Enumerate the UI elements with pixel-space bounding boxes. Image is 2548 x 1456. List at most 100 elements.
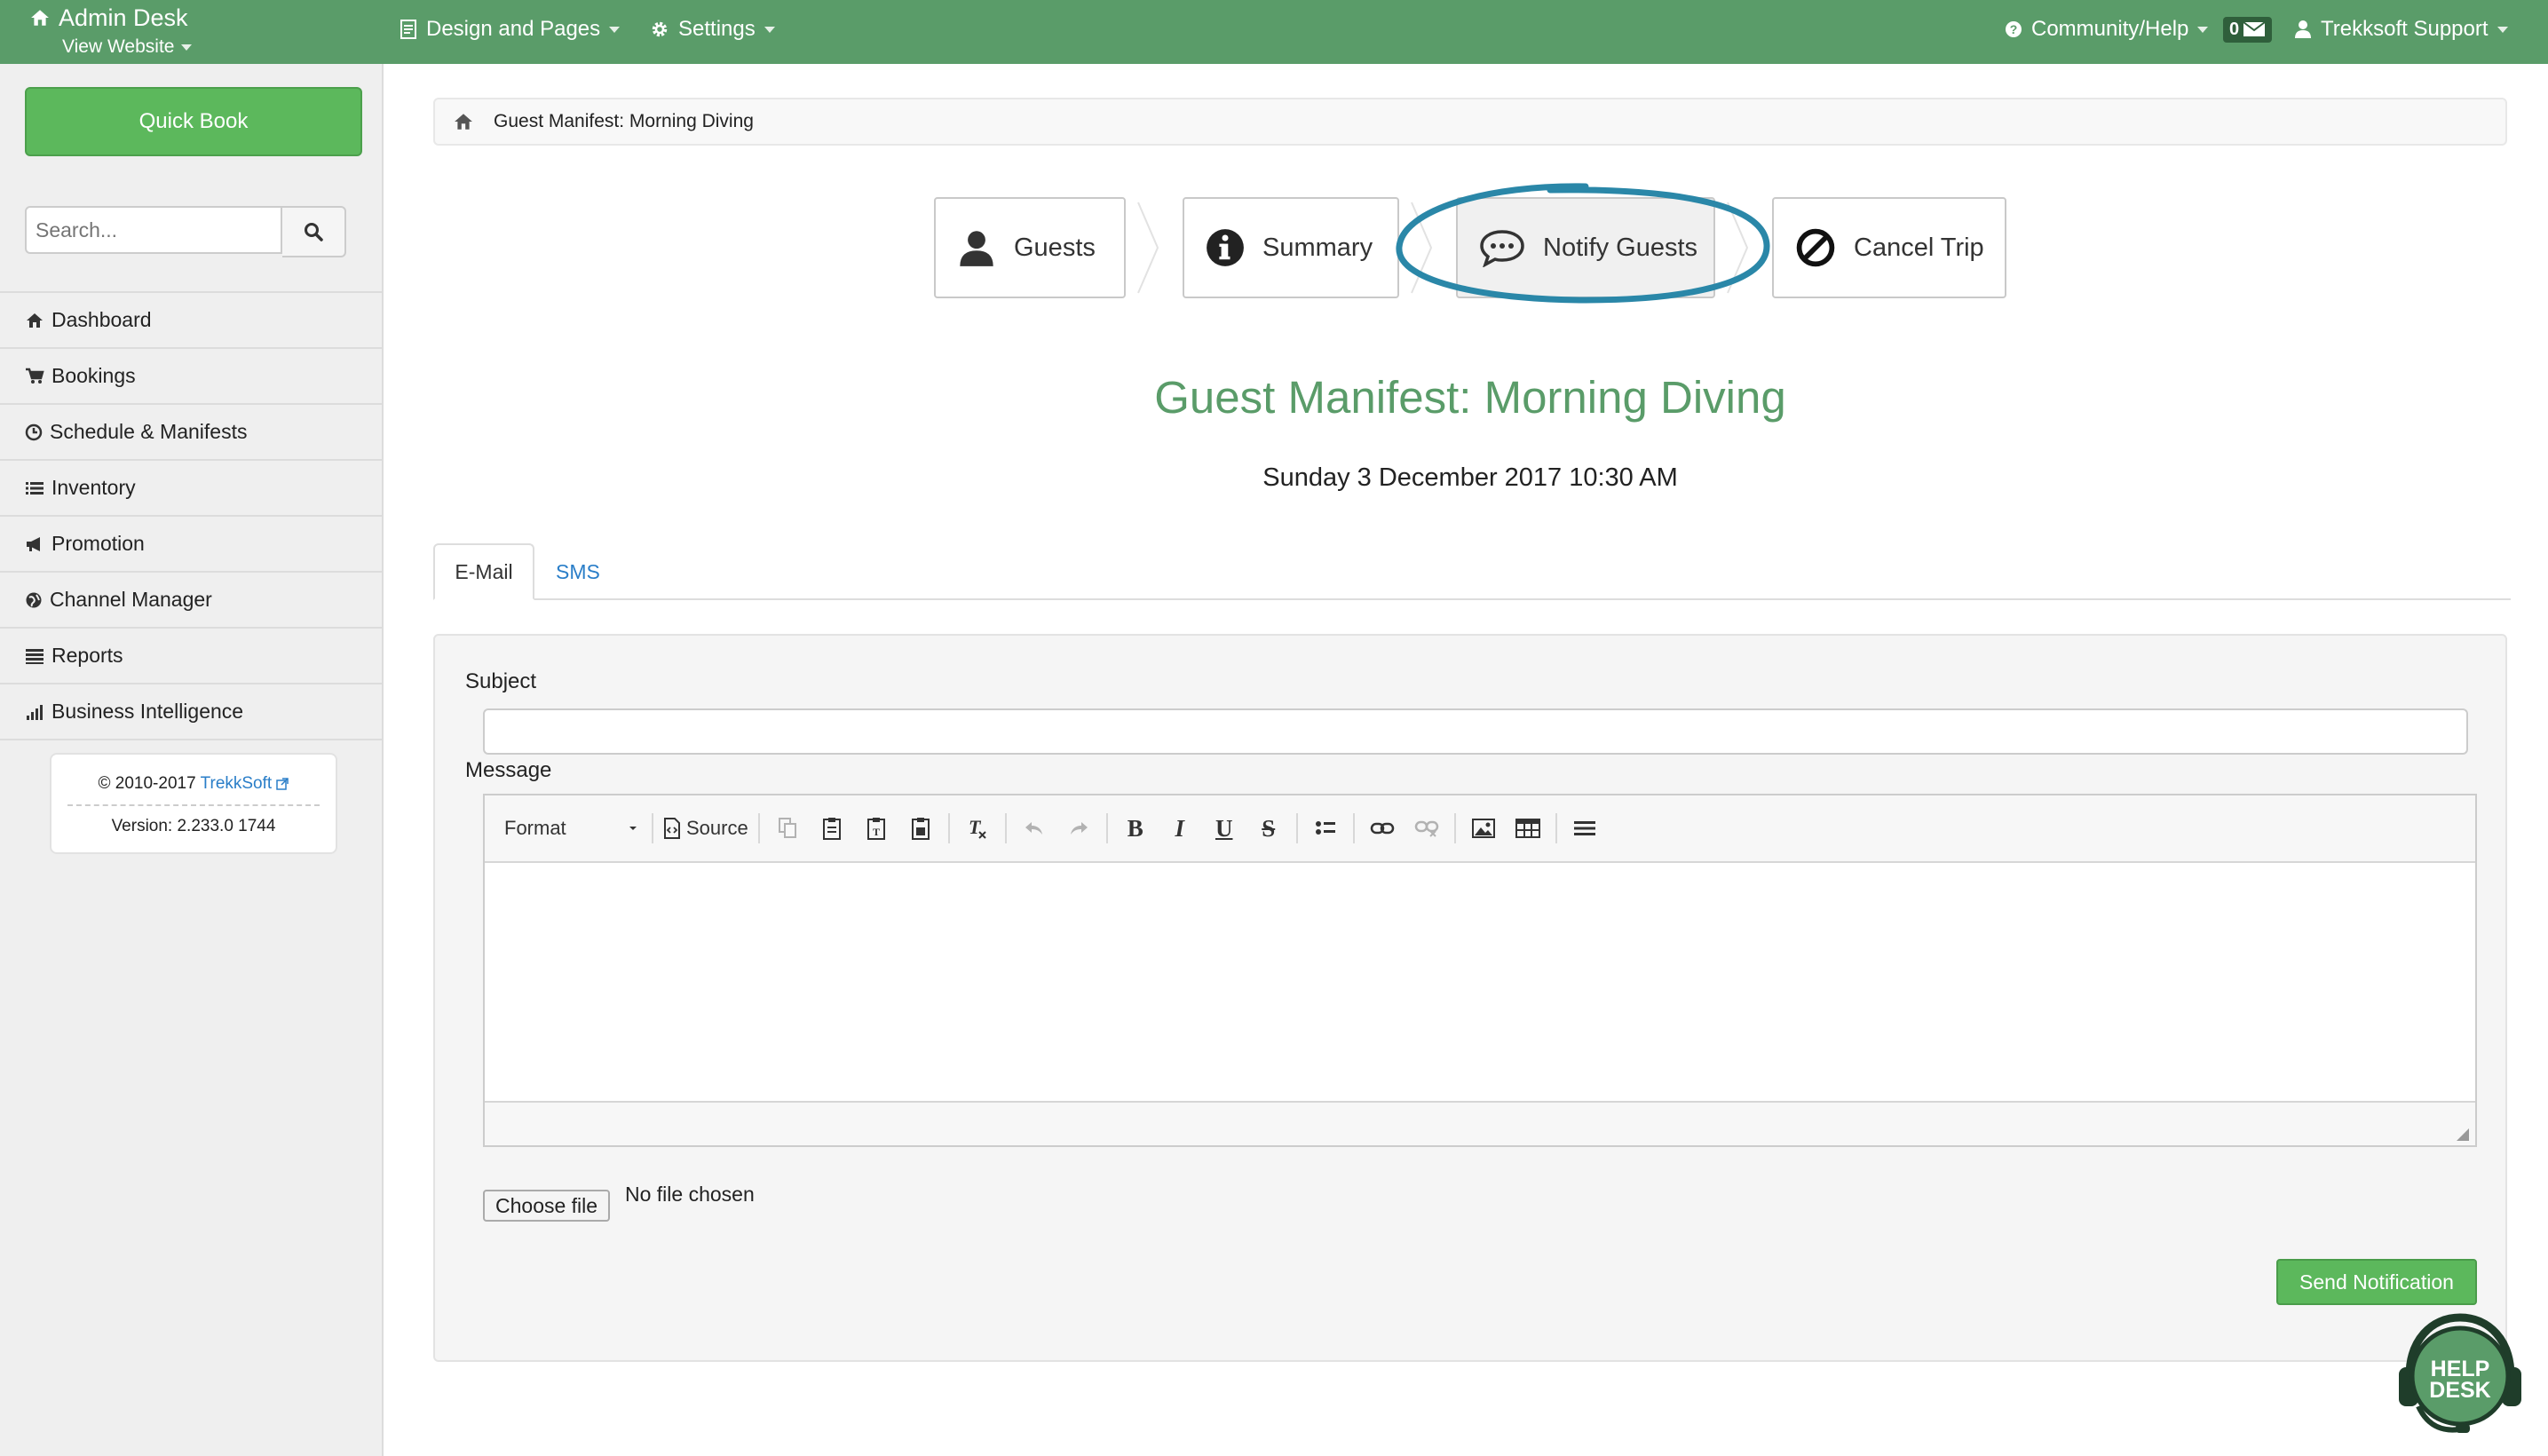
megaphone-icon	[25, 535, 44, 553]
external-link-icon	[276, 778, 289, 790]
admin-desk-link[interactable]: Admin Desk	[30, 2, 192, 34]
paste-button[interactable]	[810, 811, 854, 846]
undo-button[interactable]	[1012, 811, 1056, 846]
tab-email[interactable]: E-Mail	[433, 543, 534, 600]
toolbar-separator	[947, 813, 950, 843]
sidebar-item-channel-manager[interactable]: Channel Manager	[0, 573, 382, 629]
paste-word-button[interactable]	[898, 811, 943, 846]
subject-input[interactable]	[483, 708, 2468, 755]
table-icon	[1515, 819, 1540, 838]
quick-book-button[interactable]: Quick Book	[25, 87, 362, 156]
bold-icon: B	[1127, 814, 1143, 842]
choose-file-button[interactable]: Choose file	[483, 1190, 611, 1222]
link-button[interactable]	[1360, 811, 1405, 846]
trip-date: Sunday 3 December 2017 10:30 AM	[1262, 463, 1678, 492]
sidebar-search	[25, 206, 346, 257]
gear-icon	[650, 20, 669, 39]
horizontal-line-button[interactable]	[1563, 811, 1607, 846]
svg-text:T: T	[873, 826, 880, 838]
help-desk-line2: DESK	[2429, 1378, 2490, 1403]
brand: Admin Desk View Website	[30, 2, 193, 60]
bold-button[interactable]: B	[1113, 811, 1158, 846]
view-website-label: View Website	[62, 36, 175, 57]
home-icon[interactable]	[453, 112, 474, 131]
breadcrumb-current: Guest Manifest: Morning Diving	[494, 111, 754, 131]
notification-form: Subject Message Format Source T T B I U …	[433, 634, 2507, 1362]
user-name: Trekksoft Support	[2321, 17, 2489, 41]
unlink-button[interactable]	[1405, 811, 1449, 846]
copy-button[interactable]	[765, 811, 810, 846]
document-icon	[400, 20, 417, 39]
bulleted-list-button[interactable]	[1303, 811, 1348, 846]
community-help-label: Community/Help	[2031, 17, 2189, 41]
sidebar-item-business-intelligence[interactable]: Business Intelligence	[0, 684, 382, 740]
trekksoft-link[interactable]: TrekkSoft	[201, 774, 273, 793]
step-summary-button[interactable]: Summary	[1183, 197, 1399, 298]
sidebar-item-promotion[interactable]: Promotion	[0, 517, 382, 573]
view-website-dropdown[interactable]: View Website	[62, 34, 193, 60]
step-guests-button[interactable]: Guests	[934, 197, 1126, 298]
unlink-icon	[1414, 819, 1439, 838]
toolbar-separator	[1004, 813, 1007, 843]
home-icon	[25, 312, 44, 329]
search-icon	[303, 221, 324, 242]
envelope-icon	[2243, 21, 2266, 37]
message-editor: Format Source T T B I U S	[483, 794, 2477, 1147]
resize-handle-icon[interactable]	[2456, 1128, 2470, 1142]
search-input[interactable]	[25, 206, 282, 254]
sidebar-item-label: Dashboard	[51, 308, 152, 331]
design-pages-menu[interactable]: Design and Pages	[400, 0, 621, 59]
chevron-down-icon	[181, 44, 193, 51]
paste-word-icon	[911, 817, 930, 840]
table-button[interactable]	[1506, 811, 1550, 846]
editor-toolbar: Format Source T T B I U S	[485, 795, 2475, 863]
sidebar-item-label: Channel Manager	[50, 588, 212, 611]
redo-icon	[1068, 819, 1089, 837]
remove-format-button[interactable]: T	[955, 811, 1000, 846]
paste-text-icon: T	[866, 817, 886, 840]
sidebar-item-label: Schedule & Manifests	[50, 420, 248, 443]
sidebar-item-inventory[interactable]: Inventory	[0, 461, 382, 517]
sidebar-item-schedule-manifests[interactable]: Schedule & Manifests	[0, 405, 382, 461]
page-title: Guest Manifest: Morning Diving	[1154, 372, 1786, 423]
message-label: Message	[465, 758, 552, 782]
sidebar-item-bookings[interactable]: Bookings	[0, 349, 382, 405]
redo-button[interactable]	[1056, 811, 1101, 846]
italic-button[interactable]: I	[1158, 811, 1202, 846]
image-button[interactable]	[1461, 811, 1506, 846]
remove-format-icon: T	[966, 817, 989, 840]
svg-text:T: T	[969, 817, 982, 838]
help-desk-widget[interactable]: HELP DESK	[2394, 1305, 2527, 1438]
chevron-down-icon	[2497, 26, 2508, 33]
toolbar-separator	[1555, 813, 1557, 843]
sidebar-item-dashboard[interactable]: Dashboard	[0, 293, 382, 349]
sidebar-item-label: Inventory	[51, 476, 136, 499]
message-textarea[interactable]	[485, 863, 2475, 1103]
toolbar-separator	[1352, 813, 1355, 843]
send-notification-button[interactable]: Send Notification	[2276, 1259, 2477, 1305]
settings-menu[interactable]: Settings	[650, 0, 775, 59]
community-help-menu[interactable]: ? Community/Help	[2005, 0, 2209, 59]
format-label: Format	[504, 817, 566, 839]
user-menu[interactable]: Trekksoft Support	[2294, 0, 2508, 59]
source-button[interactable]: Source	[659, 811, 753, 846]
format-dropdown[interactable]: Format	[504, 817, 646, 840]
source-label: Source	[686, 817, 748, 839]
sidebar-item-label: Reports	[51, 644, 123, 667]
source-icon	[663, 818, 681, 839]
toolbar-separator	[1295, 813, 1298, 843]
messages-button[interactable]: 0	[2223, 0, 2273, 59]
bar-chart-icon	[25, 703, 44, 721]
step-cancel-trip-button[interactable]: Cancel Trip	[1772, 197, 2006, 298]
tab-sms[interactable]: SMS	[556, 543, 600, 600]
step-separator-chevron	[1135, 201, 1161, 295]
settings-label: Settings	[678, 17, 756, 41]
search-button[interactable]	[282, 206, 346, 257]
message-count: 0	[2229, 19, 2240, 39]
underline-button[interactable]: U	[1202, 811, 1246, 846]
strikethrough-button[interactable]: S	[1246, 811, 1291, 846]
design-pages-label: Design and Pages	[426, 17, 601, 41]
paste-text-button[interactable]: T	[854, 811, 898, 846]
sidebar-item-reports[interactable]: Reports	[0, 629, 382, 684]
underline-icon: U	[1215, 814, 1233, 842]
